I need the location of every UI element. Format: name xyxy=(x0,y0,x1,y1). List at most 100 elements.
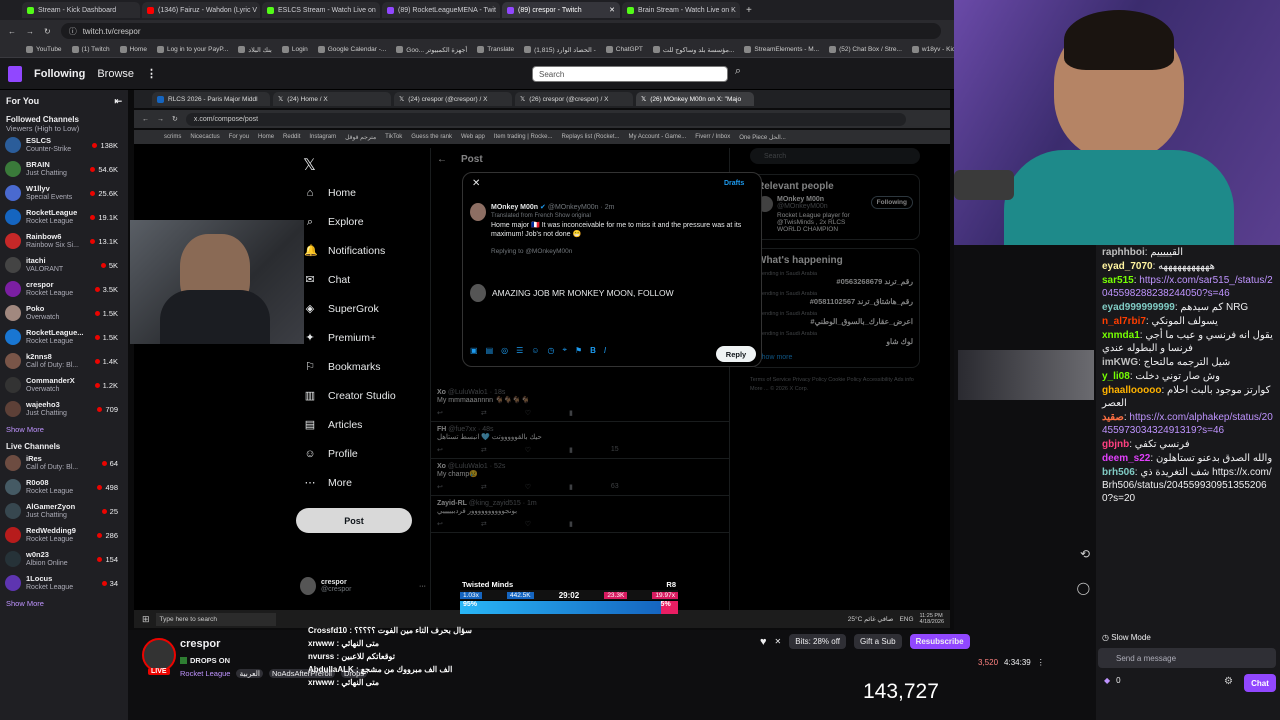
bookmark-item[interactable]: StreamElements - M... xyxy=(744,46,819,53)
x-nav-item[interactable]: ✦ Premium+ xyxy=(300,323,430,352)
inner-tab-active[interactable]: 𝕏 (26) MOnkey M00n on X: "Majo xyxy=(636,92,754,106)
trend-title[interactable]: #اعرض_عقارك_بالسوق_الوطني xyxy=(757,317,913,326)
chat-username[interactable]: y_li08 xyxy=(1102,371,1130,382)
inner-bookmark-item[interactable]: scrims xyxy=(164,134,181,140)
search-icon[interactable]: ⌕ xyxy=(729,65,747,83)
inner-bookmark-item[interactable]: One Piece الحل... xyxy=(739,134,786,141)
sidebar-channel[interactable]: R0o08 Rocket League 498 xyxy=(0,475,128,499)
inner-tab[interactable]: 𝕏 (24) crespor (@crespor) / X xyxy=(394,92,512,106)
inner-bookmark-item[interactable]: Instagram xyxy=(309,134,336,140)
inner-bookmark-item[interactable]: Nicecactus xyxy=(190,134,219,140)
x-search-input[interactable]: Search xyxy=(750,148,920,164)
like-icon[interactable]: ♡ xyxy=(525,446,531,454)
sidebar-channel[interactable]: iRes Call of Duty: Bl... 64 xyxy=(0,451,128,475)
sidebar-channel[interactable]: 1Locus Rocket League 34 xyxy=(0,571,128,595)
sidebar-channel[interactable]: wajeeho3 Just Chatting 709 xyxy=(0,397,128,421)
feed-post[interactable]: Xo @LuluWalo1 · 18s My mmmaaannnn 🐐🐐🐐🐐 ↩ ⇄ ♡… xyxy=(431,385,729,422)
settings-icon[interactable]: ⚙ xyxy=(1224,676,1233,687)
show-more-link[interactable]: Show More xyxy=(0,595,128,612)
sidebar-channel[interactable]: k2nns8 Call of Duty: Bl... 1.4K xyxy=(0,349,128,373)
bookmark-item[interactable]: Login xyxy=(281,46,308,53)
sidebar-channel[interactable]: Rainbow6 Rainbow Six Si... 13.1K xyxy=(0,229,128,253)
sidebar-channel[interactable]: Poko Overwatch 1.5K xyxy=(0,301,128,325)
chat-text[interactable]: https://x.com/alphakep/status/2045597303… xyxy=(1102,412,1273,436)
list-icon[interactable]: ☰ xyxy=(516,346,523,355)
x-nav-item[interactable]: ▤ Articles xyxy=(300,410,430,439)
drafts-link[interactable]: Drafts xyxy=(724,180,744,187)
bookmark-item[interactable]: ChatGPT xyxy=(605,46,643,53)
bookmark-item[interactable]: (1) Twitch xyxy=(71,46,110,53)
browser-tab[interactable]: ESLCS Stream - Watch Live on xyxy=(262,2,380,18)
reply-icon[interactable]: ↩ xyxy=(437,409,443,417)
inner-bookmark-item[interactable]: Replays list (Rocket... xyxy=(561,134,619,140)
new-tab-icon[interactable]: + xyxy=(746,5,752,16)
x-profile-switcher[interactable]: crespor @crespor ··· xyxy=(300,574,426,598)
show-more-link[interactable]: Show more xyxy=(757,354,913,361)
inner-bookmark-item[interactable]: For you xyxy=(229,134,249,140)
inner-tab[interactable]: 𝕏 (26) crespor (@crespor) / X xyxy=(515,92,633,106)
clip-icon[interactable]: ⟲ xyxy=(1080,547,1090,561)
chat-username[interactable]: imKWG xyxy=(1102,357,1138,368)
bookmark-item[interactable]: (52) Chat Box / Stre... xyxy=(829,46,902,53)
more-icon[interactable]: ··· xyxy=(419,583,426,590)
reply-icon[interactable]: ↩ xyxy=(437,520,443,528)
category-link[interactable]: Rocket League xyxy=(180,669,230,678)
bookmark-item[interactable]: Google Calendar -... xyxy=(317,46,386,53)
browser-tab[interactable]: (1346) Fairuz - Wahdon (Lyric V xyxy=(142,2,260,18)
chat-username[interactable]: ghaallooooo xyxy=(1102,385,1161,396)
inner-bookmark-item[interactable]: Fiverr / Inbox xyxy=(695,134,730,140)
emoji-icon[interactable]: ☺ xyxy=(531,346,539,355)
reply-button[interactable]: Reply xyxy=(716,346,756,362)
chat-send-button[interactable]: Chat xyxy=(1244,674,1276,692)
sidebar-channel[interactable]: crespor Rocket League 3.5K xyxy=(0,277,128,301)
x-nav-item[interactable]: ✉ Chat xyxy=(300,265,430,294)
inner-bookmark-item[interactable]: Item trading | Rocke... xyxy=(494,134,553,140)
reload-icon[interactable]: ↻ xyxy=(44,27,51,36)
location-icon[interactable]: ⌖ xyxy=(562,345,567,355)
reload-icon[interactable]: ↻ xyxy=(172,115,178,123)
notifications-icon[interactable]: ✕ xyxy=(775,637,782,646)
inner-bookmark-item[interactable]: Guess the rank xyxy=(411,134,452,140)
browser-tab[interactable]: Stream - Kick Dashboard xyxy=(22,2,140,18)
bookmark-item[interactable]: Log in to your PayP... xyxy=(156,46,228,53)
inner-bookmark-item[interactable]: Web app xyxy=(461,134,485,140)
trend-title[interactable]: #رقم_هاشتاق_ترند 0581102567 xyxy=(757,297,913,306)
inner-bookmark-item[interactable]: TikTok xyxy=(385,134,402,140)
chat-username[interactable]: sar515 xyxy=(1102,275,1134,286)
flag-icon[interactable]: ⚑ xyxy=(575,346,582,355)
bookmark-item[interactable]: مؤسسة بلد وساكوج للت... xyxy=(652,46,734,54)
sidebar-channel[interactable]: itachi VALORANT 5K xyxy=(0,253,128,277)
browser-tab-active[interactable]: (89) crespor - Twitch ✕ xyxy=(502,2,620,18)
back-icon[interactable]: ← xyxy=(142,116,149,123)
bookmark-item[interactable]: Translate xyxy=(477,46,514,53)
x-nav-item[interactable]: ⌕ Explore xyxy=(300,207,430,236)
image-icon[interactable]: ▣ xyxy=(470,346,478,355)
x-nav-item[interactable]: ⌂ Home xyxy=(300,178,430,207)
inner-tab[interactable]: 𝕏 (24) Home / X xyxy=(273,92,391,106)
more-icon[interactable]: ⋮ xyxy=(1037,658,1045,667)
back-arrow-icon[interactable]: ← xyxy=(437,154,447,165)
x-logo-icon[interactable]: 𝕏 xyxy=(303,155,316,175)
windows-start-icon[interactable]: ⊞ xyxy=(142,614,150,625)
sidebar-channel[interactable]: w0n23 Albion Online 154 xyxy=(0,547,128,571)
inner-tab[interactable]: RLCS 2026 - Paris Major Middl xyxy=(152,92,270,106)
bookmark-item[interactable]: بنك البلاد xyxy=(238,46,272,54)
browser-tab[interactable]: (89) RocketLeagueMENA - Twit xyxy=(382,2,500,18)
grok-icon[interactable]: ◎ xyxy=(501,346,508,355)
repost-icon[interactable]: ⇄ xyxy=(481,520,487,528)
chat-username[interactable]: صقيد xyxy=(1102,412,1124,423)
following-button[interactable]: Following xyxy=(870,196,913,209)
reply-input[interactable]: AMAZING JOB MR MONKEY MOON, FOLLOW xyxy=(492,288,674,298)
show-more-link[interactable]: Show More xyxy=(0,421,128,438)
reply-icon[interactable]: ↩ xyxy=(437,446,443,454)
x-nav-item[interactable]: 🔔 Notifications xyxy=(300,236,430,265)
resubscribe-button[interactable]: Resubscribe xyxy=(909,634,970,649)
x-post-button[interactable]: Post xyxy=(296,508,412,533)
bookmark-item[interactable]: Goo... أجهزة الكمبيوتر xyxy=(396,46,467,54)
taskbar-search[interactable]: Type here to search xyxy=(155,612,276,626)
x-nav-item[interactable]: ◈ SuperGrok xyxy=(300,294,430,323)
bookmark-item[interactable]: (1,815) الحصاد الوارد - xyxy=(524,46,596,54)
feed-post[interactable]: Xo @LuluWalo1 · 52s My champ😢 ↩ ⇄ ♡ ▮ 63 xyxy=(431,459,729,496)
more-menu-icon[interactable]: ⋮ xyxy=(146,67,157,80)
sidebar-channel[interactable]: ESLCS Counter-Strike 138K xyxy=(0,133,128,157)
